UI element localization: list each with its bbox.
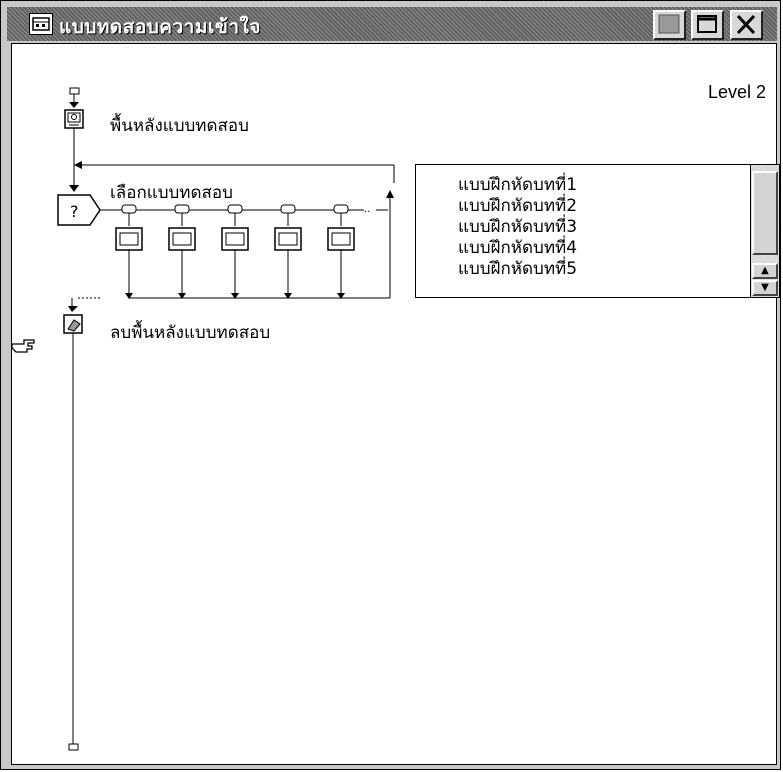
decision-icon-label: เลือกแบบทดสอบ [110,183,233,203]
branch-4[interactable] [274,204,302,299]
scrollbar-thumb[interactable] [752,171,778,255]
decision-icon[interactable]: ? [57,194,101,226]
erase-icon[interactable] [63,314,83,334]
branch-1[interactable] [115,204,143,299]
scroll-up-button[interactable]: ▲ [752,263,778,279]
list-scrollbar[interactable]: ▲ ▼ [750,165,779,297]
maximize-button[interactable] [691,10,724,40]
minimize-button[interactable] [653,10,686,40]
title-bar[interactable]: แบบทดสอบความเข้าใจ [7,7,777,41]
maximize-icon [697,15,717,33]
display-icon-label: พื้นหลังแบบทดสอบ [110,116,249,136]
authorware-window: แบบทดสอบความเข้าใจ Level 2 ? .. พื้นหลัง… [0,0,781,770]
svg-text:..: .. [364,204,370,215]
window-title: แบบทดสอบความเข้าใจ [59,16,261,38]
map-icon [29,13,53,35]
close-icon [736,14,756,35]
branch-3[interactable] [221,204,249,299]
hand-pointer-icon [10,334,38,360]
branch-list[interactable]: แบบฝึกหัดบทที่1 แบบฝึกหัดบทที่2 แบบฝึกหั… [415,164,780,298]
close-button[interactable] [730,10,763,40]
flowline-start-marker [69,87,80,108]
list-item[interactable]: แบบฝึกหัดบทที่5 [458,255,577,282]
flowline-diagram: ? .. [57,87,395,751]
scroll-down-button[interactable]: ▼ [752,280,778,296]
erase-icon-label: ลบพื้นหลังแบบทดสอบ [110,323,271,343]
flowline-end-marker [68,743,79,751]
branch-5[interactable] [327,204,355,299]
flowline-canvas[interactable]: Level 2 ? .. พื้นหลังแบบทดสอบ เลือกแบบทด… [10,43,780,765]
svg-text:?: ? [70,202,79,221]
branch-2[interactable] [168,204,196,299]
minimize-icon [658,14,680,34]
display-icon[interactable] [64,109,84,129]
